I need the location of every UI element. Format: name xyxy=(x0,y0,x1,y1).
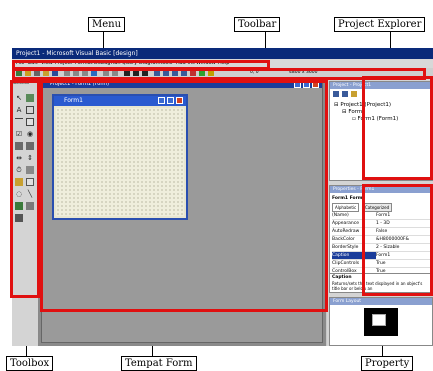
monitor-preview xyxy=(364,308,398,336)
project-explorer-annotation: Project Explorer xyxy=(334,17,426,32)
form-position-preview[interactable] xyxy=(372,314,386,326)
title-bar: Project1 - Microsoft Visual Basic [desig… xyxy=(12,48,433,59)
form-layout-panel: Form Layout xyxy=(329,297,433,346)
tab-alphabetic[interactable]: Alphabetic xyxy=(332,203,360,212)
view-code-icon[interactable] xyxy=(333,91,339,97)
toggle-folders-icon[interactable] xyxy=(351,91,357,97)
view-object-icon[interactable] xyxy=(342,91,348,97)
toolbar-annotation: Toolbar xyxy=(234,17,281,32)
properties-object-selector[interactable]: Form1 Form xyxy=(332,195,362,202)
form-layout-title: Form Layout xyxy=(333,299,362,304)
window-title: Project1 - Microsoft Visual Basic [desig… xyxy=(16,50,138,57)
menu-annotation: Menu xyxy=(88,17,126,32)
property-highlight-box xyxy=(362,184,433,296)
project-explorer-highlight-box xyxy=(362,76,433,180)
form-layout-title-bar: Form Layout xyxy=(330,298,432,305)
form-area-highlight-box xyxy=(40,80,328,312)
toolbox-highlight-box xyxy=(10,80,40,298)
